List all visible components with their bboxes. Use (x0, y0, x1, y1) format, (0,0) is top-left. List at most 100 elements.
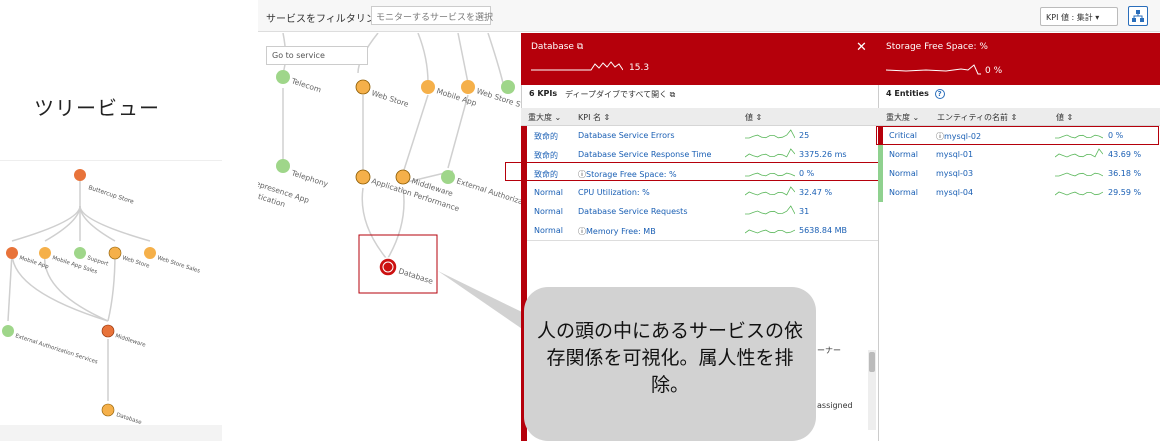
node-partial[interactable] (501, 80, 515, 94)
entity-table-header (878, 108, 1160, 126)
tree-layout-button[interactable] (1128, 6, 1148, 26)
value-cell: 43.69 % (1108, 150, 1142, 159)
node-middleware[interactable] (395, 169, 411, 185)
node-web-store[interactable] (355, 79, 371, 95)
severity-cell: Normal (889, 169, 918, 178)
node-label: Support (86, 255, 109, 268)
name-cell-text: Database Service Errors (578, 131, 675, 140)
node-buttercup-store[interactable] (74, 169, 86, 181)
entity-name-column-header[interactable]: エンティティの名前 ⇕ (937, 112, 1017, 123)
close-icon[interactable]: ✕ (856, 40, 867, 55)
kpi-value-dropdown[interactable]: KPI 値 : 集計 ▾ (1040, 7, 1118, 26)
callout-pointer (438, 271, 528, 333)
service-filter-input[interactable]: モニターするサービスを選択 (371, 6, 493, 25)
service-graph: Telecom Web Store Mobile App Web Store S… (252, 32, 529, 441)
screenshot-root: ツリービュー Buttercup Store Mobile App Mobile… (0, 0, 1160, 441)
hierarchy-icon (1132, 10, 1144, 22)
node-label: Telephony (289, 168, 329, 189)
node-mobile-app[interactable] (6, 247, 18, 259)
partial-text: ーナー (817, 346, 841, 355)
node-mobile-app-sales[interactable] (39, 247, 51, 259)
name-cell-text: Database Service Response Time (578, 150, 712, 159)
tree-view-title: ツリービュー (34, 96, 160, 120)
table-row[interactable] (521, 126, 878, 145)
database-highlight (358, 234, 438, 294)
table-row[interactable] (521, 202, 878, 221)
value-cell: 25 (799, 131, 810, 140)
mysql-02-highlight (876, 126, 1159, 145)
sparkline (745, 205, 795, 215)
storage-kpi-highlight (505, 162, 910, 181)
value-column-header[interactable]: 値 ⇕ (745, 112, 762, 123)
external-link-icon: ⧉ (669, 90, 676, 99)
name-cell[interactable]: mysql-04 (936, 188, 973, 197)
database-title-text: Database (531, 42, 574, 52)
node-label: Web Store (370, 88, 410, 109)
external-link-icon: ⧉ (576, 42, 584, 52)
storage-health-value: 0 % (985, 66, 1003, 76)
node-telephony[interactable] (276, 159, 290, 173)
value-column-header[interactable]: 値 ⇕ (1056, 112, 1073, 123)
name-cell[interactable]: Database Service Response Time (578, 150, 711, 159)
node-middleware[interactable] (101, 324, 115, 338)
database-sparkline (531, 61, 623, 71)
service-graph-canvas: Telecom Web Store Mobile App Web Store S… (252, 32, 529, 333)
scrollbar-thumb[interactable] (869, 352, 875, 372)
severity-cell: Normal (889, 188, 918, 197)
partial-text: assigned (817, 401, 853, 410)
kpi-table-header (521, 108, 878, 126)
name-cell-text: CPU Utilization: % (578, 188, 650, 197)
sparkline (1055, 172, 1103, 177)
name-cell-text: Database Service Requests (578, 207, 688, 216)
severity-column-header[interactable]: 重大度 ⌄ (528, 112, 561, 123)
kpi-name-column-header[interactable]: KPI 名 ⇕ (578, 112, 610, 123)
sparkline (1055, 148, 1103, 158)
storage-sparkline (886, 64, 981, 75)
node-web-store[interactable] (108, 246, 122, 260)
severity-cell: Normal (534, 188, 563, 197)
severity-cell: Normal (889, 150, 918, 159)
severity-cell: Normal (534, 226, 563, 235)
value-cell: 31 (799, 207, 810, 216)
name-cell[interactable]: mysql-03 (936, 169, 973, 178)
filter-label: サービスをフィルタリング (266, 14, 386, 25)
node-application-performance[interactable] (355, 169, 371, 185)
help-icon[interactable]: ? (934, 89, 945, 99)
node-external-authorization[interactable] (2, 325, 14, 337)
sparkline (1055, 191, 1103, 196)
node-web-store-sales[interactable] (144, 247, 156, 259)
name-cell[interactable]: CPU Utilization: % (578, 188, 650, 197)
node-database[interactable] (378, 257, 398, 277)
callout-text: 人の頭の中にあるサービスの依存関係を可視化。属人性を排除。 (536, 320, 803, 396)
mini-tree-footer (0, 425, 222, 441)
node-label: External Authorization Services (14, 333, 98, 365)
node-web-store-sales[interactable] (461, 80, 475, 94)
name-cell[interactable]: Database Service Errors (578, 131, 675, 140)
go-to-service-input[interactable]: Go to service (266, 46, 368, 65)
node-telecom[interactable] (276, 70, 290, 84)
node-database[interactable] (101, 403, 115, 417)
name-cell[interactable]: ⓘMemory Free: MB (578, 226, 656, 237)
node-label: Middleware (114, 333, 146, 349)
entity-count: 4 Entities ? (886, 89, 945, 99)
value-cell: 5638.84 MB (799, 226, 848, 235)
severity-column-header[interactable]: 重大度 ⌄ (886, 112, 919, 123)
node-mobile-app[interactable] (421, 80, 435, 94)
name-cell[interactable]: mysql-01 (936, 150, 973, 159)
name-cell[interactable]: Database Service Requests (578, 207, 688, 216)
severity-cell: 致命的 (534, 132, 558, 141)
node-support[interactable] (74, 247, 86, 259)
sparkline (745, 148, 795, 158)
node-external-authorization[interactable] (441, 170, 455, 184)
name-cell-text: mysql-03 (936, 169, 974, 178)
database-title[interactable]: Database ⧉ (531, 42, 583, 52)
divider (527, 240, 878, 241)
value-cell: 29.59 % (1108, 188, 1142, 197)
value-cell: 36.18 % (1108, 169, 1142, 178)
node-label: Web Store S (475, 86, 521, 109)
deep-dive-link[interactable]: ディープダイブですべて開く ⧉ (565, 89, 675, 100)
node-label: Telecom (289, 76, 322, 94)
severity-bar (878, 183, 883, 202)
storage-panel-header (878, 33, 1160, 85)
name-cell-text: mysql-04 (936, 188, 974, 197)
